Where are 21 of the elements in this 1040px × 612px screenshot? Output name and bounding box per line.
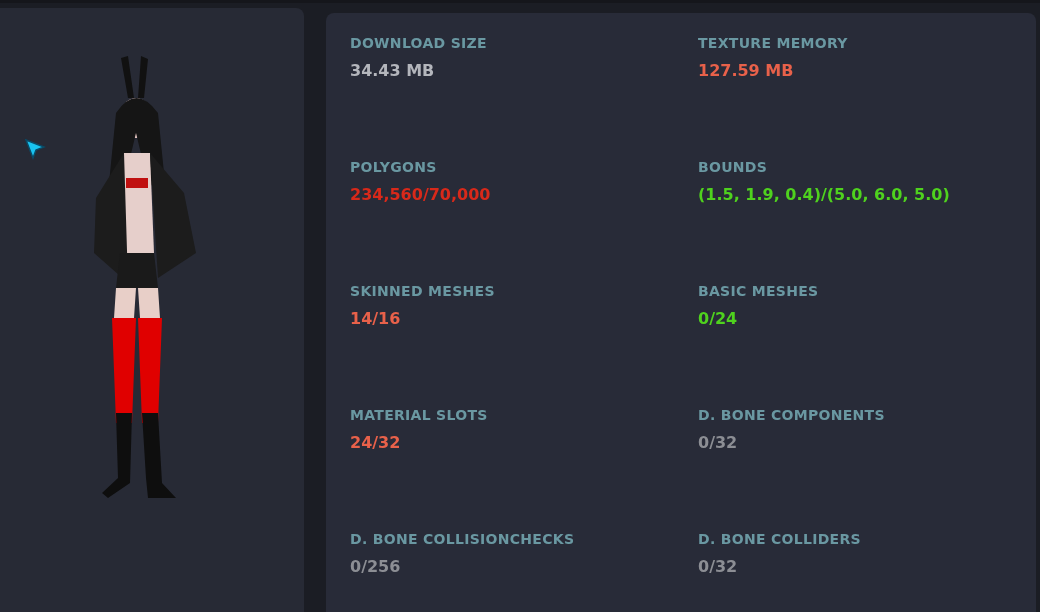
stat-value: 0/32 xyxy=(698,557,738,576)
stat-value: 0/256 xyxy=(350,557,401,576)
stat-value: 0/32 xyxy=(698,433,738,452)
stat-label: BASIC MESHES xyxy=(698,283,819,299)
stat-label: BOUNDS xyxy=(698,159,768,175)
stat-label: D. BONE COMPONENTS xyxy=(698,407,885,423)
stat-label: D. BONE COLLISIONCHECKS xyxy=(350,531,575,547)
stat-label: MATERIAL SLOTS xyxy=(350,407,488,423)
stat-label: D. BONE COLLIDERS xyxy=(698,531,861,547)
stat-value: 0/24 xyxy=(698,309,738,328)
stat-label: POLYGONS xyxy=(350,159,437,175)
stat-value: 127.59 MB xyxy=(698,61,794,80)
stat-value: 34.43 MB xyxy=(350,61,435,80)
cursor-icon xyxy=(24,138,46,160)
stat-value: 24/32 xyxy=(350,433,401,452)
stat-value: 14/16 xyxy=(350,309,401,328)
stat-value: (1.5, 1.9, 0.4)/(5.0, 6.0, 5.0) xyxy=(698,185,950,204)
stat-label: TEXTURE MEMORY xyxy=(698,35,848,51)
stat-value: 234,560/70,000 xyxy=(350,185,491,204)
stat-label: SKINNED MESHES xyxy=(350,283,495,299)
stat-label: DOWNLOAD SIZE xyxy=(350,35,487,51)
